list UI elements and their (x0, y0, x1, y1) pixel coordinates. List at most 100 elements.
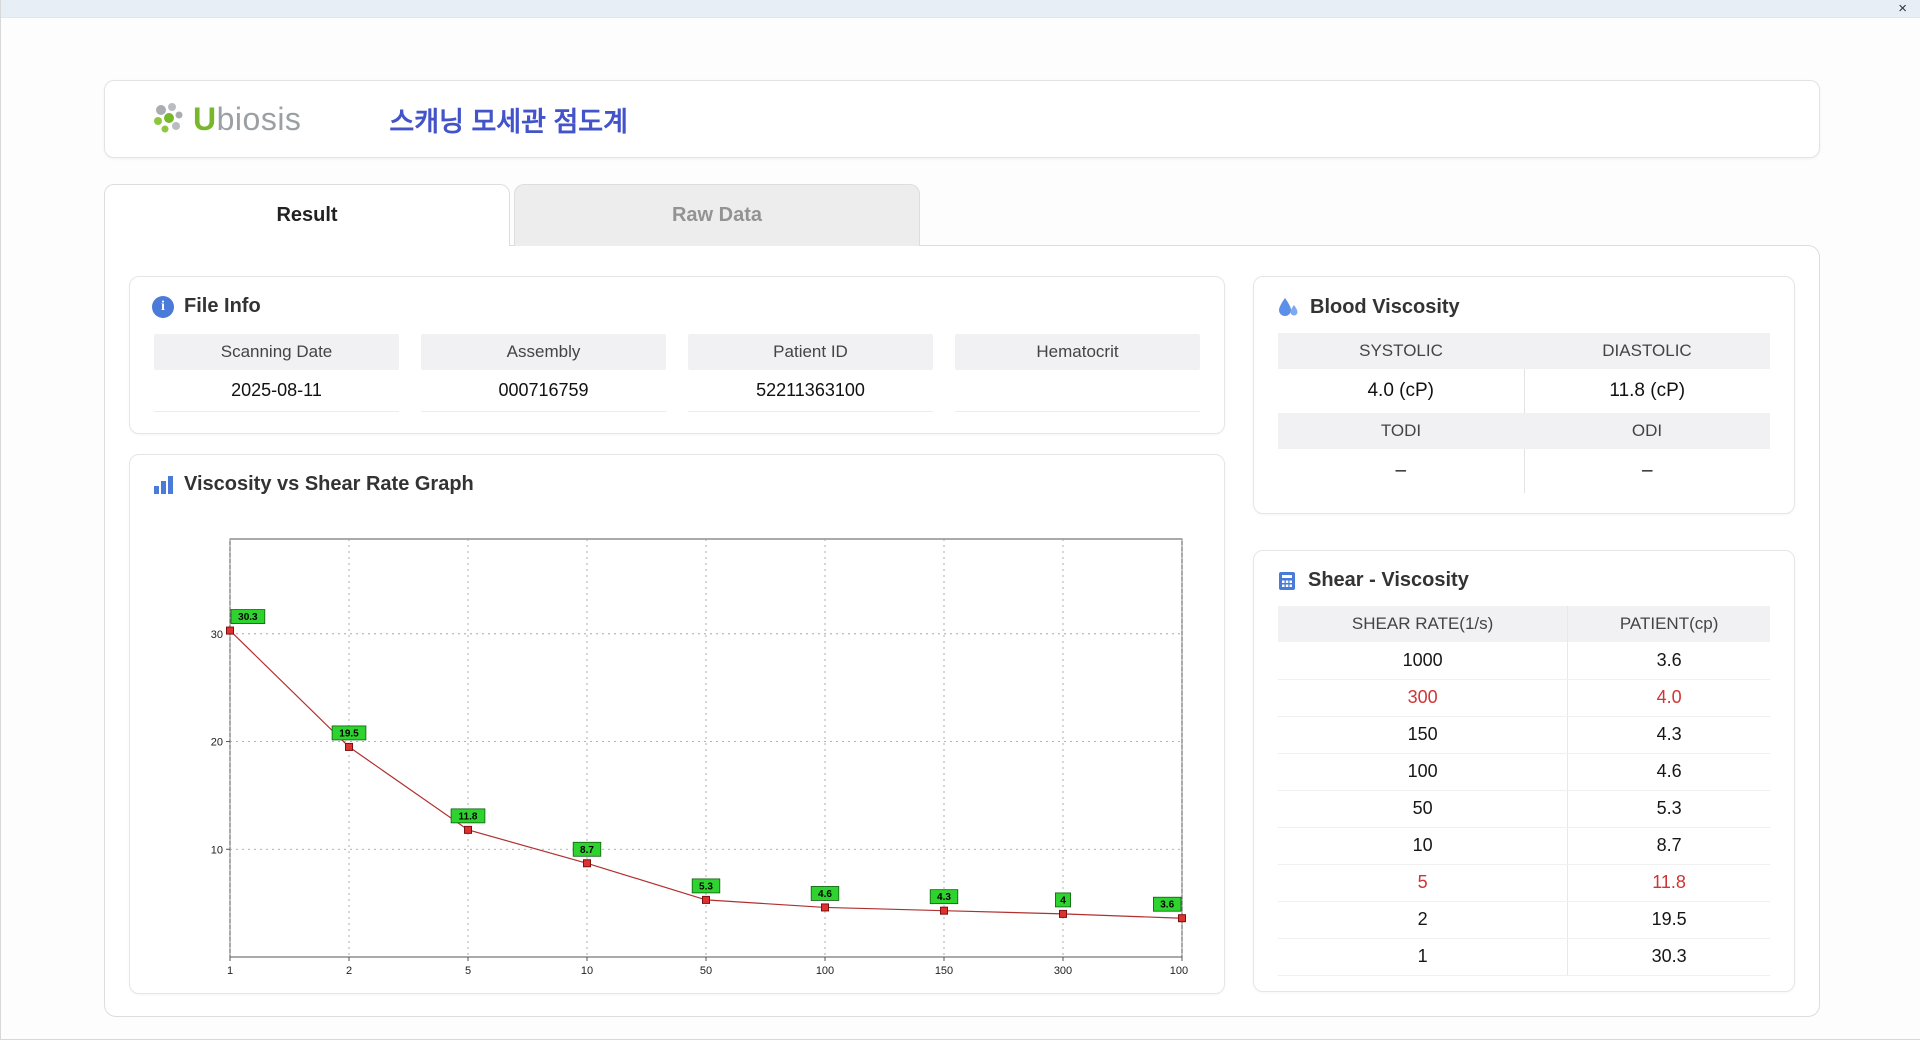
column-header-patient: PATIENT(cp) (1567, 606, 1770, 642)
svg-text:3.6: 3.6 (1160, 900, 1174, 911)
info-icon: i (152, 295, 174, 318)
diastolic-label: DIASTOLIC (1524, 333, 1770, 369)
table-row: 50 5.3 (1278, 790, 1770, 828)
field-label: Assembly (421, 334, 666, 370)
todi-label: TODI (1278, 413, 1524, 449)
table-row: 5 11.8 (1278, 864, 1770, 902)
svg-text:20: 20 (211, 737, 223, 749)
svg-text:50: 50 (700, 965, 712, 977)
file-info-field-assembly: Assembly 000716759 (421, 334, 666, 412)
table-cell: 100 (1278, 753, 1569, 791)
droplet-icon (1276, 295, 1300, 319)
odi-value: – (1641, 460, 1653, 481)
svg-text:5.3: 5.3 (699, 881, 713, 892)
diastolic-value: 11.8 (cP) (1609, 380, 1686, 401)
table-row: 100 4.6 (1278, 753, 1770, 791)
table-row: 300 4.0 (1278, 679, 1770, 717)
todi-value: – (1278, 449, 1525, 493)
svg-text:19.5: 19.5 (339, 728, 359, 739)
svg-text:4.6: 4.6 (818, 889, 832, 900)
table-cell: 3.6 (1567, 642, 1770, 680)
svg-text:8.7: 8.7 (580, 845, 594, 856)
file-info-field-scanning-date: Scanning Date 2025-08-11 (154, 334, 399, 412)
calculator-icon (1276, 570, 1298, 592)
viscosity-chart: 1 2 5 10 50 100 150 300 1000 10 20 30 30.3 19.5 11.8 8.… (211, 538, 1188, 977)
shear-viscosity-title-text: Shear - Viscosity (1308, 569, 1469, 591)
table-cell: 4.0 (1567, 679, 1770, 717)
graph-title: Viscosity vs Shear Rate Graph (130, 455, 1224, 508)
tab-result[interactable]: Result (104, 184, 510, 248)
table-cell: 19.5 (1567, 901, 1770, 939)
app-window: Ubiosis 스캐닝 모세관 점도계 Result Raw Data i Fi… (104, 80, 1820, 1017)
field-label: Patient ID (688, 334, 933, 370)
table-row: 1 30.3 (1278, 938, 1770, 976)
table-cell: 4.3 (1567, 716, 1770, 754)
shear-viscosity-title: Shear - Viscosity (1254, 551, 1794, 604)
field-value: 52211363100 (688, 370, 933, 412)
svg-text:4: 4 (1060, 895, 1066, 906)
blood-viscosity-grid: SYSTOLIC DIASTOLIC 4.0 (cP) 11.8 (cP) TO… (1254, 331, 1794, 493)
page-title: 스캐닝 모세관 점도계 (389, 106, 628, 137)
svg-text:5: 5 (465, 965, 471, 977)
table-cell: 30.3 (1567, 938, 1770, 976)
file-info-title-text: File Info (184, 295, 261, 317)
file-info-title: i File Info (130, 277, 1224, 330)
ubiosis-logo: Ubiosis (151, 100, 301, 138)
field-label: Scanning Date (154, 334, 399, 370)
systolic-label: SYSTOLIC (1278, 333, 1524, 369)
svg-text:1: 1 (227, 965, 233, 977)
result-panel: i File Info Scanning Date 2025-08-11 Assem… (104, 245, 1820, 1017)
svg-text:4.3: 4.3 (937, 892, 951, 903)
table-row: 2 19.5 (1278, 901, 1770, 939)
table-cell: 150 (1278, 716, 1569, 754)
tab-bar: Result Raw Data (104, 184, 1820, 248)
logo-dots-icon (154, 103, 183, 133)
svg-text:30.3: 30.3 (238, 612, 258, 623)
table-cell: 11.8 (1567, 864, 1770, 902)
svg-text:30: 30 (211, 629, 223, 641)
table-cell: 50 (1278, 790, 1569, 828)
table-cell: 1000 (1278, 642, 1569, 680)
table-cell: 5 (1278, 864, 1569, 902)
table-cell: 8.7 (1567, 827, 1770, 865)
field-value: 2025-08-11 (154, 370, 399, 412)
odi-label: ODI (1524, 413, 1770, 449)
table-cell: 1 (1278, 938, 1569, 976)
blood-viscosity-title-text: Blood Viscosity (1310, 295, 1460, 318)
file-info-fields: Scanning Date 2025-08-11 Assembly 000716759… (130, 330, 1224, 412)
table-cell: 300 (1278, 679, 1569, 717)
svg-text:150: 150 (935, 965, 953, 977)
blood-viscosity-title: Blood Viscosity (1254, 277, 1794, 331)
field-value: 000716759 (421, 370, 666, 412)
tab-raw-data[interactable]: Raw Data (514, 184, 920, 246)
svg-text:10: 10 (581, 965, 593, 977)
logo-text: Ubiosis (193, 100, 302, 137)
graph-title-text: Viscosity vs Shear Rate Graph (184, 473, 474, 495)
table-cell: 5.3 (1567, 790, 1770, 828)
file-info-field-hematocrit: Hematocrit (955, 334, 1200, 412)
shear-viscosity-table: SHEAR RATE(1/s) PATIENT(cp) 1000 3.6 300 4.… (1278, 606, 1770, 976)
table-cell: 2 (1278, 901, 1569, 939)
close-icon[interactable]: × (1898, 0, 1907, 18)
file-info-card: i File Info Scanning Date 2025-08-11 Assem… (129, 276, 1225, 434)
blood-viscosity-card: Blood Viscosity SYSTOLIC DIASTOLIC 4.0 (… (1253, 276, 1795, 514)
systolic-value: 4.0 (cP) (1278, 369, 1525, 413)
table-cell: 10 (1278, 827, 1569, 865)
bar-chart-icon (152, 474, 174, 496)
file-info-field-patient-id: Patient ID 52211363100 (688, 334, 933, 412)
app-header: Ubiosis 스캐닝 모세관 점도계 (104, 80, 1820, 158)
field-value (955, 370, 1200, 412)
shear-viscosity-card: Shear - Viscosity SHEAR RATE(1/s) PATIEN… (1253, 550, 1795, 992)
window-titlebar: × (1, 0, 1920, 18)
table-cell: 4.6 (1567, 753, 1770, 791)
field-label: Hematocrit (955, 334, 1200, 370)
svg-text:300: 300 (1054, 965, 1072, 977)
table-row: 10 8.7 (1278, 827, 1770, 865)
table-row: 150 4.3 (1278, 716, 1770, 754)
graph-card: Viscosity vs Shear Rate Graph 1 2 5 10 50 100… (129, 454, 1225, 994)
column-header-shear-rate: SHEAR RATE(1/s) (1278, 606, 1569, 642)
svg-text:10: 10 (211, 844, 223, 856)
svg-text:100: 100 (816, 965, 834, 977)
svg-text:2: 2 (346, 965, 352, 977)
table-row: 1000 3.6 (1278, 642, 1770, 680)
